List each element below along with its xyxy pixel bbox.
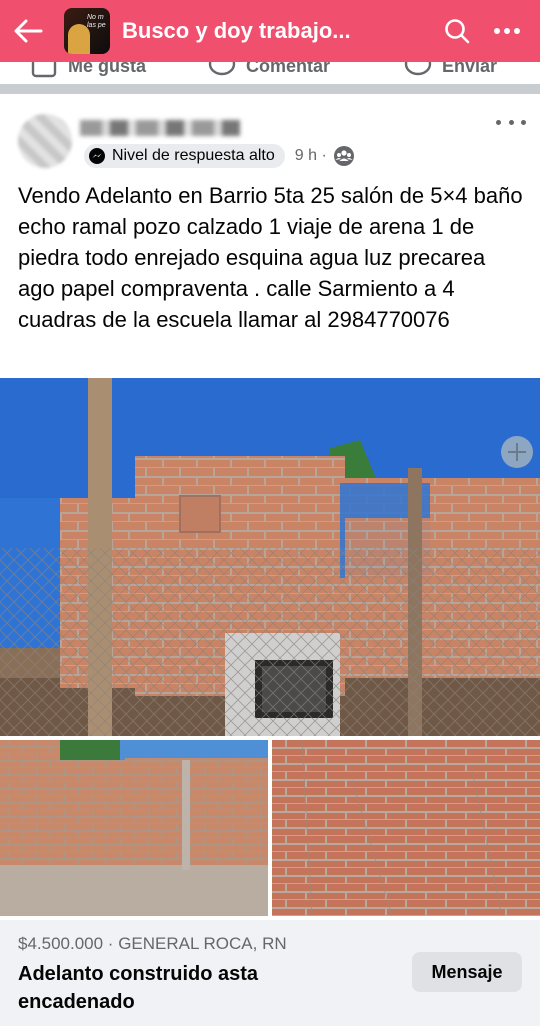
back-button[interactable] xyxy=(0,0,56,62)
more-options-button[interactable] xyxy=(482,0,532,62)
dot-icon xyxy=(496,119,501,125)
group-audience-icon xyxy=(333,146,354,166)
like-icon xyxy=(31,62,57,78)
photo-brick-wall-closeup xyxy=(272,740,540,916)
post-text: Vendo Adelanto en Barrio 5ta 25 salón de… xyxy=(18,183,523,332)
feed-separator xyxy=(0,84,540,94)
post-photo-main[interactable] xyxy=(0,378,540,736)
photo-brick-house xyxy=(0,378,540,736)
comment-label: Comentar xyxy=(246,62,331,76)
listing-price-location: $4.500.000 · GENERAL ROCA, RN xyxy=(18,934,287,953)
group-avatar[interactable]: No m las pe xyxy=(64,8,110,54)
arrow-left-icon xyxy=(14,19,43,43)
post-time[interactable]: 9 h · xyxy=(295,147,327,165)
post-photo-2[interactable] xyxy=(0,740,268,916)
author-name[interactable] xyxy=(80,120,240,136)
post-meta: Nivel de respuesta alto 9 h · xyxy=(84,144,355,168)
message-button[interactable]: Mensaje xyxy=(412,952,522,992)
comment-icon xyxy=(208,62,236,76)
top-bar: No m las pe Busco y doy trabajo... xyxy=(0,0,540,62)
like-label: Me gusta xyxy=(68,62,147,76)
listing-title: Adelanto construido asta encadenado xyxy=(18,963,259,1013)
previous-post-actions: Me gusta Comentar Enviar xyxy=(0,62,540,84)
author-avatar[interactable] xyxy=(18,114,72,168)
search-icon xyxy=(445,19,470,44)
like-action[interactable]: Me gusta xyxy=(30,62,146,80)
more-horizontal-icon xyxy=(494,28,520,34)
photo-brick-walls xyxy=(0,740,268,916)
comment-action[interactable]: Comentar xyxy=(208,62,330,80)
post-more-options[interactable] xyxy=(496,112,526,132)
response-badge[interactable]: Nivel de respuesta alto xyxy=(84,144,285,168)
badge-label: Nivel de respuesta alto xyxy=(112,147,275,164)
avatar-caption: No m las pe xyxy=(87,14,106,29)
dot-icon xyxy=(508,119,514,125)
search-button[interactable] xyxy=(432,0,482,62)
marketplace-listing[interactable]: $4.500.000 · GENERAL ROCA, RN Adelanto c… xyxy=(0,920,540,1026)
messenger-badge-icon xyxy=(89,148,105,164)
messenger-icon xyxy=(404,62,432,76)
group-title[interactable]: Busco y doy trabajo... xyxy=(122,18,432,44)
send-action[interactable]: Enviar xyxy=(404,62,497,80)
post-photo-3[interactable] xyxy=(272,740,540,916)
send-label: Enviar xyxy=(442,62,498,76)
dot-icon xyxy=(521,119,526,125)
post-card: Nivel de respuesta alto 9 h · Vendo Adel… xyxy=(0,94,540,1026)
